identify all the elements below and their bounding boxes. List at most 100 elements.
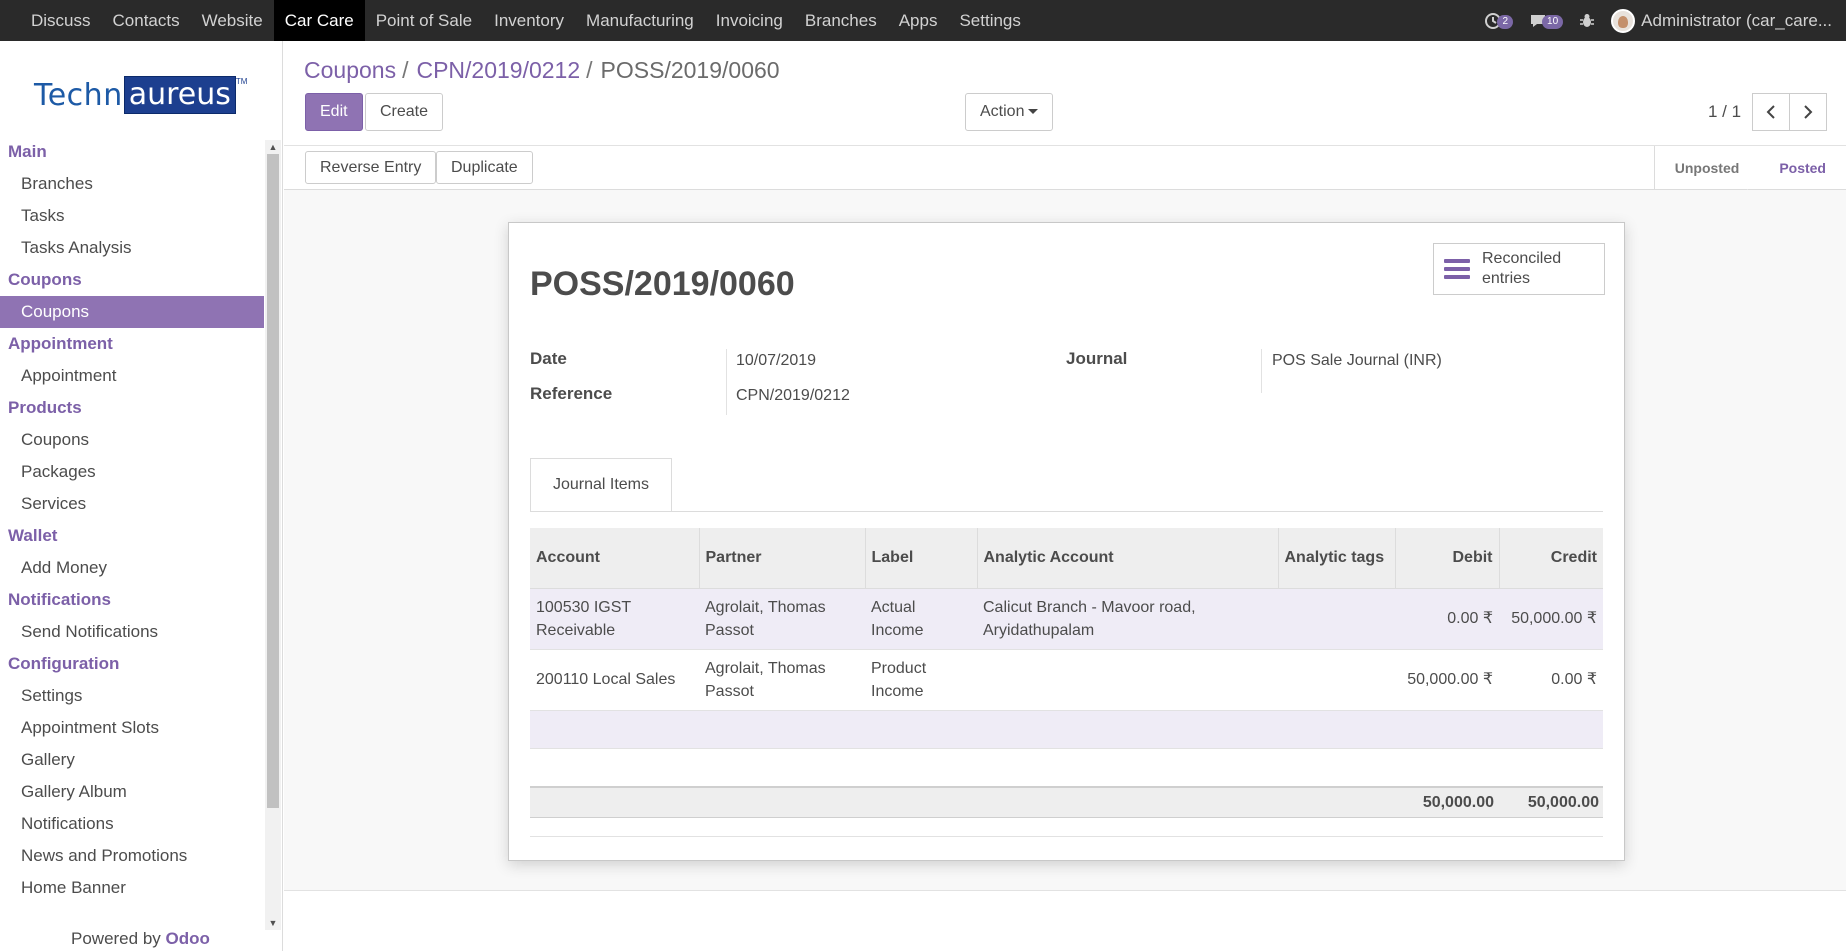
sidebar-item-services[interactable]: Services — [0, 488, 264, 520]
odoo-link[interactable]: Odoo — [166, 929, 210, 948]
section-configuration[interactable]: Configuration — [0, 648, 264, 680]
sidebar-menu: Main Branches Tasks Tasks Analysis Coupo… — [0, 136, 264, 904]
edit-button[interactable]: Edit — [305, 93, 363, 131]
bug-icon — [1580, 13, 1595, 27]
menu-discuss[interactable]: Discuss — [20, 0, 102, 41]
cell-partner: Agrolait, Thomas Passot — [699, 648, 865, 710]
sidebar-item-settings[interactable]: Settings — [0, 680, 264, 712]
menu-branches[interactable]: Branches — [794, 0, 888, 41]
user-avatar[interactable] — [1611, 8, 1636, 33]
cell-partner: Agrolait, Thomas Passot — [699, 587, 865, 649]
section-notifications[interactable]: Notifications — [0, 584, 264, 616]
action-dropdown[interactable]: Action — [965, 93, 1054, 131]
menu-point-of-sale[interactable]: Point of Sale — [365, 0, 483, 41]
menu-settings[interactable]: Settings — [948, 0, 1031, 41]
pager-value[interactable]: 1 / 1 — [1708, 102, 1741, 122]
list-icon — [1444, 255, 1470, 283]
powered-by: Powered by Odoo — [71, 929, 210, 949]
stage-unposted[interactable]: Unposted — [1653, 146, 1760, 190]
reverse-entry-button[interactable]: Reverse Entry — [305, 151, 437, 184]
duplicate-button[interactable]: Duplicate — [436, 151, 533, 184]
menu-car-care[interactable]: Car Care — [273, 0, 365, 41]
date-label: Date — [530, 349, 567, 368]
breadcrumb-coupon-record[interactable]: CPN/2019/0212 — [416, 57, 580, 84]
cell-label: Product Income — [865, 648, 977, 710]
sidebar-item-coupons[interactable]: Coupons — [0, 296, 264, 328]
activity-badge: 2 — [1497, 14, 1514, 29]
sidebar-item-gallery-album[interactable]: Gallery Album — [0, 776, 264, 808]
stage-posted[interactable]: Posted — [1747, 146, 1846, 190]
scroll-down-icon[interactable]: ▼ — [265, 917, 281, 929]
scroll-up-icon[interactable]: ▲ — [265, 141, 281, 153]
section-products[interactable]: Products — [0, 392, 264, 424]
sidebar-item-packages[interactable]: Packages — [0, 456, 264, 488]
table-row[interactable]: 200110 Local Sales Agrolait, Thomas Pass… — [530, 648, 1603, 710]
journal-value: POS Sale Journal (INR) — [1272, 352, 1442, 369]
chevron-left-icon — [1766, 105, 1775, 119]
total-credit: 50,000.00 — [1527, 794, 1599, 811]
sidebar-item-add-money[interactable]: Add Money — [0, 552, 264, 584]
cell-debit: 0.00 ₹ — [1395, 587, 1499, 649]
sidebar-item-gallery[interactable]: Gallery — [0, 744, 264, 776]
menu-apps[interactable]: Apps — [888, 0, 949, 41]
breadcrumb-current: POSS/2019/0060 — [600, 57, 780, 83]
tab-journal-items[interactable]: Journal Items — [530, 458, 672, 512]
sidebar-item-news-promotions[interactable]: News and Promotions — [0, 840, 264, 872]
sidebar-item-tasks-analysis[interactable]: Tasks Analysis — [0, 232, 264, 264]
sidebar-item-notifications[interactable]: Notifications — [0, 808, 264, 840]
sidebar-item-branches[interactable]: Branches — [0, 168, 264, 200]
sidebar-scrollbar[interactable]: ▲ ▼ — [265, 140, 281, 930]
user-menu[interactable]: Administrator (car_care... — [1641, 11, 1832, 31]
scrollbar-thumb[interactable] — [267, 154, 279, 808]
messaging-badge: 10 — [1542, 14, 1564, 29]
sidebar-item-send-notifications[interactable]: Send Notifications — [0, 616, 264, 648]
status-bar: Reverse Entry Duplicate Unposted Posted — [284, 146, 1846, 190]
col-label[interactable]: Label — [865, 528, 978, 588]
breadcrumb: Coupons / CPN/2019/0212 / POSS/2019/0060 — [304, 57, 780, 84]
totals-row: 50,000.00 50,000.00 — [530, 786, 1603, 818]
create-button[interactable]: Create — [365, 93, 444, 131]
messaging-button[interactable]: 10 — [1529, 13, 1564, 29]
menu-contacts[interactable]: Contacts — [102, 0, 191, 41]
menu-website[interactable]: Website — [191, 0, 274, 41]
section-main[interactable]: Main — [0, 136, 264, 168]
sidebar: Techn aureus TM Main Branches Tasks Tasks … — [0, 41, 283, 951]
reconciled-entries-label: Reconciled entries — [1482, 250, 1562, 287]
section-appointment[interactable]: Appointment — [0, 328, 264, 360]
col-analytic-tags[interactable]: Analytic tags — [1278, 528, 1396, 588]
col-debit[interactable]: Debit — [1395, 528, 1500, 588]
menu-manufacturing[interactable]: Manufacturing — [575, 0, 705, 41]
col-partner[interactable]: Partner — [699, 528, 866, 588]
cell-credit: 50,000.00 ₹ — [1499, 587, 1603, 649]
sidebar-item-home-banner[interactable]: Home Banner — [0, 872, 264, 904]
section-wallet[interactable]: Wallet — [0, 520, 264, 552]
debug-button[interactable] — [1579, 13, 1595, 29]
status-stages: Unposted Posted — [1653, 146, 1846, 190]
sidebar-item-product-coupons[interactable]: Coupons — [0, 424, 264, 456]
menu-invoicing[interactable]: Invoicing — [705, 0, 794, 41]
table-row[interactable]: 100530 IGST Receivable Agrolait, Thomas … — [530, 587, 1603, 649]
col-account[interactable]: Account — [530, 528, 700, 588]
form-sheet: Reconciled entries POSS/2019/0060 Date 1… — [508, 222, 1625, 861]
table-header: Account Partner Label Analytic Account A… — [530, 528, 1603, 588]
journal-items-table: Account Partner Label Analytic Account A… — [530, 528, 1603, 749]
pager-next[interactable] — [1789, 93, 1827, 131]
cell-analytic-tags — [1278, 648, 1395, 710]
journal-label: Journal — [1066, 349, 1128, 368]
cell-credit: 0.00 ₹ — [1499, 648, 1603, 710]
action-label: Action — [980, 103, 1025, 120]
systray: 2 10 Administrator (car_care... — [1484, 0, 1846, 41]
breadcrumb-coupons[interactable]: Coupons — [304, 57, 396, 84]
section-coupons[interactable]: Coupons — [0, 264, 264, 296]
cell-analytic-account: Calicut Branch - Mavoor road, Aryidathup… — [977, 587, 1278, 649]
col-credit[interactable]: Credit — [1499, 528, 1603, 588]
pager-previous[interactable] — [1752, 93, 1790, 131]
sidebar-item-appointment-slots[interactable]: Appointment Slots — [0, 712, 264, 744]
menu-inventory[interactable]: Inventory — [483, 0, 575, 41]
reconciled-entries-button[interactable]: Reconciled entries — [1433, 243, 1605, 295]
col-analytic-account[interactable]: Analytic Account — [977, 528, 1279, 588]
activity-button[interactable]: 2 — [1484, 12, 1514, 30]
cell-account: 200110 Local Sales — [530, 648, 699, 710]
sidebar-item-tasks[interactable]: Tasks — [0, 200, 264, 232]
sidebar-item-appointment[interactable]: Appointment — [0, 360, 264, 392]
